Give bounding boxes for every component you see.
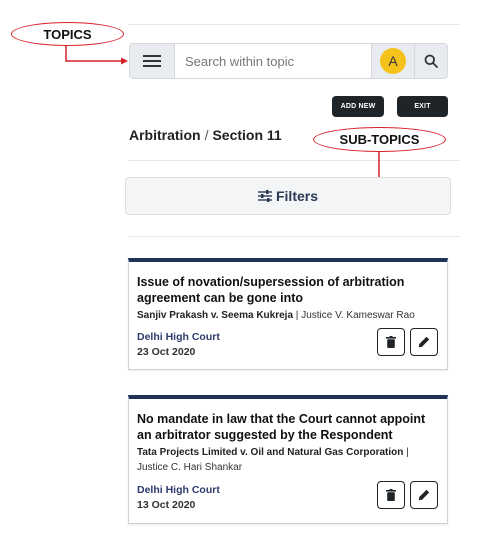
case-title: Issue of novation/supersession of arbitr… — [137, 275, 405, 305]
case-card[interactable]: No mandate in law that the Court cannot … — [128, 395, 448, 524]
breadcrumb-divider — [128, 160, 460, 161]
case-parties: Tata Projects Limited v. Oil and Natural… — [137, 445, 439, 475]
edit-icon — [418, 489, 430, 501]
top-divider — [128, 24, 460, 25]
filters-button[interactable]: Filters — [125, 177, 451, 215]
avatar: A — [380, 48, 406, 74]
case-party-names: Sanjiv Prakash v. Seema Kukreja — [137, 310, 294, 321]
edit-button[interactable] — [410, 328, 438, 356]
filter-icon — [257, 190, 272, 202]
case-card[interactable]: Issue of novation/supersession of arbitr… — [128, 258, 448, 370]
search-button[interactable] — [414, 44, 447, 78]
parties-separator: | — [406, 447, 409, 458]
breadcrumb: Arbitration / Section 11 — [129, 127, 282, 143]
menu-icon — [143, 55, 161, 67]
topics-callout: TOPICS — [11, 22, 124, 46]
avatar-button[interactable]: A — [371, 44, 414, 78]
exit-button[interactable]: EXIT — [397, 96, 448, 117]
search-input[interactable] — [175, 44, 371, 78]
case-judge: Justice V. Kameswar Rao — [301, 310, 415, 321]
case-party-names: Tata Projects Limited v. Oil and Natural… — [137, 447, 404, 458]
breadcrumb-topic[interactable]: Arbitration — [129, 127, 201, 143]
case-judge: Justice C. Hari Shankar — [137, 462, 243, 473]
breadcrumb-separator: / — [204, 127, 209, 143]
trash-icon — [386, 489, 396, 501]
topics-menu-button[interactable] — [130, 44, 175, 78]
delete-button[interactable] — [377, 481, 405, 509]
case-date: 13 Oct 2020 — [137, 499, 196, 511]
delete-button[interactable] — [377, 328, 405, 356]
case-parties: Sanjiv Prakash v. Seema Kukreja | Justic… — [137, 308, 439, 323]
case-title: No mandate in law that the Court cannot … — [137, 412, 426, 442]
search-icon — [424, 54, 438, 68]
edit-icon — [418, 336, 430, 348]
case-court: Delhi High Court — [137, 484, 220, 496]
case-court: Delhi High Court — [137, 331, 220, 343]
breadcrumb-subtopic[interactable]: Section 11 — [212, 127, 281, 143]
search-bar: A — [129, 43, 448, 79]
subtopics-callout: SUB-TOPICS — [313, 127, 446, 152]
add-new-button[interactable]: ADD NEW — [332, 96, 384, 117]
filters-divider — [128, 236, 460, 237]
trash-icon — [386, 336, 396, 348]
filters-label: Filters — [275, 188, 318, 204]
edit-button[interactable] — [410, 481, 438, 509]
case-date: 23 Oct 2020 — [137, 346, 196, 358]
